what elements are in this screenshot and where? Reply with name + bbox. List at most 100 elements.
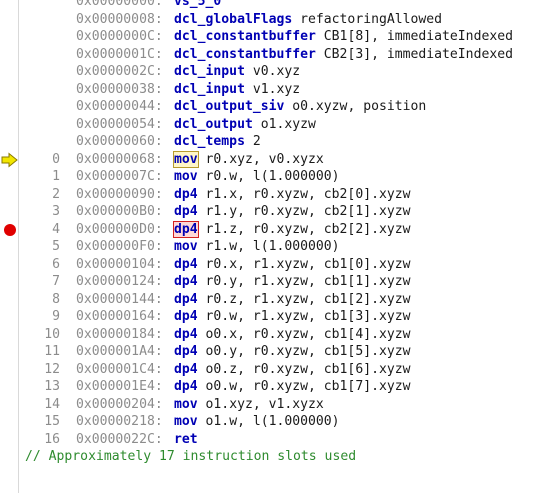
instruction-code: dcl_output o1.xyzw: [174, 116, 316, 134]
operands: o0.y, r0.xyzw, cb1[5].xyzw: [197, 344, 411, 359]
operands: r0.x, r1.xyzw, cb1[0].xyzw: [197, 256, 411, 272]
instruction-address: 0x0000002C:: [76, 64, 163, 79]
disassembly-line[interactable]: 1 0x0000007C: mov r0.w, l(1.000000): [0, 168, 556, 186]
disassembly-line[interactable]: 0x00000054: dcl_output o1.xyzw: [0, 116, 556, 134]
disassembly-line[interactable]: 0x0000000C: dcl_constantbuffer CB1[8], im…: [0, 28, 556, 46]
disassembly-line[interactable]: 6 0x00000104: dp4 r0.x, r1.xyzw, cb1[0].xy…: [0, 256, 556, 274]
breakpoint-icon[interactable]: [1, 221, 19, 239]
instruction-address: 0x00000038:: [76, 81, 163, 97]
instruction-index: 3: [52, 204, 60, 219]
opcode: dp4: [174, 309, 198, 324]
operands: r0.w, l(1.000000): [197, 169, 340, 184]
opcode: dcl_output: [174, 116, 253, 132]
instruction-code: dp4 r0.z, r1.xyzw, cb1[2].xyzw: [174, 291, 411, 309]
opcode: dp4: [174, 291, 198, 307]
instruction-index: 9: [52, 309, 60, 324]
instruction-code: mov r1.w, l(1.000000): [174, 238, 340, 256]
opcode: dcl_constantbuffer: [174, 46, 316, 62]
disassembly-line[interactable]: 16 0x0000022C: ret: [0, 431, 556, 449]
instruction-address: 0x000000D0:: [76, 221, 163, 237]
instruction-address: 0x00000218:: [76, 414, 163, 429]
instruction-code: vs_5_0: [174, 0, 221, 11]
instruction-code: dcl_constantbuffer CB1[8], immediateInde…: [174, 28, 513, 46]
operands: o1.xyz, v1.xyzx: [197, 396, 324, 412]
disassembly-line[interactable]: 3 0x000000B0: dp4 r1.y, r0.xyzw, cb2[1].xy…: [0, 203, 556, 221]
instruction-code: dcl_output_siv o0.xyzw, position: [174, 98, 426, 116]
shader-disassembly-view[interactable]: 0x00000000: vs_5_0 0x00000008: dcl_globalFl…: [0, 0, 556, 493]
operands: r0.xyz, v0.xyzx: [197, 151, 324, 167]
disassembly-line[interactable]: 0x00000008: dcl_globalFlags refactoringAl…: [0, 11, 556, 29]
instruction-index: 12: [44, 361, 60, 377]
operands: r1.z, r0.xyzw, cb2[2].xyzw: [197, 221, 411, 237]
disassembly-line[interactable]: 0x0000002C: dcl_input v0.xyz: [0, 63, 556, 81]
instruction-address: 0x0000000C:: [76, 29, 163, 44]
disassembly-line[interactable]: 15 0x00000218: mov o1.w, l(1.000000): [0, 413, 556, 431]
instruction-code: dp4 r0.y, r1.xyzw, cb1[1].xyzw: [174, 273, 411, 291]
instruction-code: dp4 r1.z, r0.xyzw, cb2[2].xyzw: [173, 220, 411, 239]
opcode: dcl_output_siv: [174, 99, 285, 114]
opcode: dcl_temps: [174, 134, 245, 149]
opcode: ret: [174, 431, 198, 447]
instruction-address: 0x000000F0:: [76, 239, 163, 254]
operands: CB1[8], immediateIndexed: [315, 29, 513, 44]
operands: o0.xyzw, position: [284, 99, 427, 114]
operands: r0.y, r1.xyzw, cb1[1].xyzw: [197, 274, 411, 289]
instruction-code: dp4 o0.y, r0.xyzw, cb1[5].xyzw: [174, 343, 411, 361]
opcode: mov: [174, 414, 198, 429]
instruction-address: 0x00000144:: [76, 291, 163, 307]
opcode: mov: [174, 239, 198, 254]
instruction-code: dcl_constantbuffer CB2[3], immediateInde…: [174, 46, 513, 64]
disassembly-line[interactable]: 12 0x000001C4: dp4 o0.z, r0.xyzw, cb1[6].x…: [0, 361, 556, 379]
disassembly-line[interactable]: 11 0x000001A4: dp4 o0.y, r0.xyzw, cb1[5].x…: [0, 343, 556, 361]
disassembly-line[interactable]: 0 0x00000068: mov r0.xyz, v0.xyzx: [0, 150, 556, 169]
disassembly-line[interactable]: 0x00000038: dcl_input v1.xyz: [0, 81, 556, 99]
instruction-index: 0: [52, 151, 60, 167]
instruction-index: 16: [44, 431, 60, 447]
instruction-address: 0x00000184:: [76, 326, 163, 342]
instruction-index: 5: [52, 239, 60, 254]
disassembly-line[interactable]: 0x00000000: vs_5_0: [0, 0, 556, 11]
disassembly-line[interactable]: 7 0x00000124: dp4 r0.y, r1.xyzw, cb1[1].xy…: [0, 273, 556, 291]
instruction-address: 0x00000044:: [76, 99, 163, 114]
opcode: dcl_constantbuffer: [174, 29, 316, 44]
disassembly-line[interactable]: 0x00000044: dcl_output_siv o0.xyzw, posit…: [0, 98, 556, 116]
instruction-index: 2: [52, 186, 60, 202]
instruction-code: ret: [174, 431, 198, 449]
disassembly-line[interactable]: 13 0x000001E4: dp4 o0.w, r0.xyzw, cb1[7].x…: [0, 378, 556, 396]
opcode: dcl_globalFlags: [174, 11, 293, 27]
instruction-code: dcl_temps 2: [174, 133, 261, 151]
instruction-code: mov o1.xyz, v1.xyzx: [174, 396, 324, 414]
disassembly-line[interactable]: 4 0x000000D0: dp4 r1.z, r0.xyzw, cb2[2].xy…: [0, 220, 556, 239]
instruction-code: dp4 o0.z, r0.xyzw, cb1[6].xyzw: [174, 361, 411, 379]
disassembly-line[interactable]: 14 0x00000204: mov o1.xyz, v1.xyzx: [0, 396, 556, 414]
instruction-address: 0x00000008:: [76, 11, 163, 27]
opcode: dp4: [174, 326, 198, 342]
operands: r0.z, r1.xyzw, cb1[2].xyzw: [197, 291, 411, 307]
instruction-code: dcl_input v1.xyz: [174, 81, 300, 99]
disassembly-line[interactable]: 10 0x00000184: dp4 o0.x, r0.xyzw, cb1[4].x…: [0, 326, 556, 344]
instruction-code: mov o1.w, l(1.000000): [174, 413, 340, 431]
instruction-index: 7: [52, 274, 60, 289]
instruction-address: 0x000000B0:: [76, 204, 163, 219]
disassembly-line[interactable]: 0x00000060: dcl_temps 2: [0, 133, 556, 151]
instruction-code: dcl_input v0.xyz: [174, 63, 300, 81]
instruction-address: 0x00000068:: [76, 151, 163, 167]
disassembly-line[interactable]: 8 0x00000144: dp4 r0.z, r1.xyzw, cb1[2].xy…: [0, 291, 556, 309]
operands: 2: [244, 134, 261, 149]
instruction-address: 0x00000090:: [76, 186, 163, 202]
disassembly-lines: 0x00000000: vs_5_0 0x00000008: dcl_globalFl…: [0, 0, 556, 466]
disassembly-line[interactable]: 5 0x000000F0: mov r1.w, l(1.000000): [0, 238, 556, 256]
operands: r0.w, r1.xyzw, cb1[3].xyzw: [197, 309, 411, 324]
instruction-address: 0x000001A4:: [76, 344, 163, 359]
disassembly-line[interactable]: 9 0x00000164: dp4 r0.w, r1.xyzw, cb1[3].xy…: [0, 308, 556, 326]
current-instruction-arrow-icon[interactable]: [1, 151, 19, 169]
instruction-code: mov r0.xyz, v0.xyzx: [173, 150, 324, 169]
opcode: mov: [174, 169, 198, 184]
instruction-index: 13: [44, 379, 60, 394]
opcode: dp4: [174, 186, 198, 202]
operands: o0.w, r0.xyzw, cb1[7].xyzw: [197, 379, 411, 394]
opcode: mov: [174, 396, 198, 412]
disassembly-line[interactable]: 0x0000001C: dcl_constantbuffer CB2[3], im…: [0, 46, 556, 64]
instruction-index: 6: [52, 256, 60, 272]
disassembly-line[interactable]: 2 0x00000090: dp4 r1.x, r0.xyzw, cb2[0].xy…: [0, 186, 556, 204]
